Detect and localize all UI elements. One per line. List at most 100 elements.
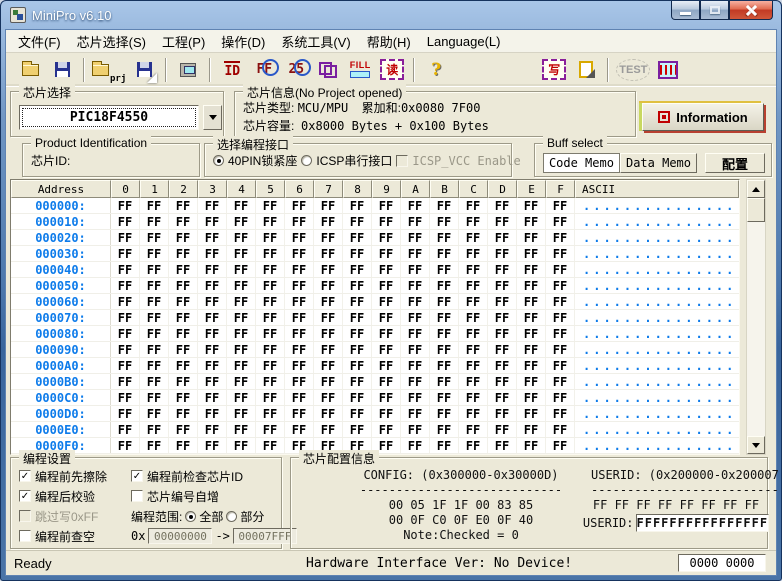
hex-byte-cell[interactable]: FF	[517, 406, 546, 421]
hex-byte-cell[interactable]: FF	[198, 246, 227, 261]
hex-byte-cell[interactable]: FF	[459, 230, 488, 245]
hex-byte-cell[interactable]: FF	[285, 246, 314, 261]
hex-ascii-cell[interactable]: ................	[575, 342, 739, 357]
hex-byte-cell[interactable]: FF	[401, 326, 430, 341]
hex-byte-cell[interactable]: FF	[343, 246, 372, 261]
hex-byte-cell[interactable]: FF	[488, 358, 517, 373]
hex-byte-cell[interactable]: FF	[343, 214, 372, 229]
hex-byte-cell[interactable]: FF	[198, 342, 227, 357]
hex-byte-cell[interactable]: FF	[343, 406, 372, 421]
hex-byte-cell[interactable]: FF	[430, 262, 459, 277]
hex-byte-cell[interactable]: FF	[430, 390, 459, 405]
hex-byte-cell[interactable]: FF	[401, 262, 430, 277]
hex-byte-cell[interactable]: FF	[546, 374, 575, 389]
hex-byte-cell[interactable]: FF	[111, 406, 140, 421]
hex-byte-cell[interactable]: FF	[111, 198, 140, 213]
hex-byte-cell[interactable]: FF	[227, 374, 256, 389]
hex-byte-cell[interactable]: FF	[169, 422, 198, 437]
hex-byte-cell[interactable]: FF	[546, 262, 575, 277]
hex-ascii-cell[interactable]: ................	[575, 230, 739, 245]
hex-byte-cell[interactable]: FF	[169, 278, 198, 293]
hex-byte-cell[interactable]: FF	[372, 374, 401, 389]
hex-byte-cell[interactable]: FF	[372, 310, 401, 325]
hex-byte-cell[interactable]: FF	[227, 294, 256, 309]
hex-byte-cell[interactable]: FF	[169, 214, 198, 229]
hex-byte-cell[interactable]: FF	[198, 326, 227, 341]
hex-byte-cell[interactable]: FF	[111, 326, 140, 341]
hex-byte-cell[interactable]: FF	[111, 278, 140, 293]
hex-byte-cell[interactable]: FF	[488, 294, 517, 309]
hex-byte-cell[interactable]: FF	[372, 422, 401, 437]
hex-ascii-cell[interactable]: ................	[575, 198, 739, 213]
hex-byte-cell[interactable]: FF	[140, 246, 169, 261]
hex-byte-cell[interactable]: FF	[140, 342, 169, 357]
hex-byte-cell[interactable]: FF	[169, 310, 198, 325]
hex-byte-cell[interactable]: FF	[488, 214, 517, 229]
hex-byte-cell[interactable]: FF	[430, 230, 459, 245]
read-id-button[interactable]: ID	[218, 56, 246, 84]
hex-ascii-cell[interactable]: ................	[575, 438, 739, 453]
radio-range-part[interactable]	[226, 510, 238, 522]
hex-byte-cell[interactable]: FF	[488, 438, 517, 453]
hex-ascii-cell[interactable]: ................	[575, 374, 739, 389]
hex-byte-cell[interactable]: FF	[343, 342, 372, 357]
menu-item[interactable]: 文件(F)	[10, 29, 69, 54]
hex-byte-cell[interactable]: FF	[314, 406, 343, 421]
hex-byte-cell[interactable]: FF	[140, 310, 169, 325]
check-blank-button[interactable]: FF	[250, 56, 279, 84]
tab-data-memory[interactable]: Data Memo	[619, 153, 697, 173]
tab-code-memory[interactable]: Code Memo	[542, 153, 620, 173]
hex-byte-cell[interactable]: FF	[169, 438, 198, 453]
scroll-track[interactable]	[747, 222, 765, 436]
hex-byte-cell[interactable]: FF	[459, 214, 488, 229]
hex-byte-cell[interactable]: FF	[401, 358, 430, 373]
chip-select-dropdown-button[interactable]	[203, 105, 222, 130]
chip-select-combobox[interactable]: PIC18F4550	[19, 105, 199, 130]
hex-byte-cell[interactable]: FF	[227, 230, 256, 245]
hex-byte-cell[interactable]: FF	[401, 390, 430, 405]
hex-byte-cell[interactable]: FF	[430, 422, 459, 437]
checkbox-verify-after[interactable]: ✓ 编程后校验	[19, 488, 131, 505]
menu-item[interactable]: 系统工具(V)	[273, 29, 358, 54]
hex-byte-cell[interactable]: FF	[546, 198, 575, 213]
hex-byte-cell[interactable]: FF	[517, 342, 546, 357]
hex-byte-cell[interactable]: FF	[401, 230, 430, 245]
hex-byte-cell[interactable]: FF	[459, 374, 488, 389]
hex-byte-cell[interactable]: FF	[285, 214, 314, 229]
hex-byte-cell[interactable]: FF	[401, 310, 430, 325]
hex-byte-cell[interactable]: FF	[517, 278, 546, 293]
hex-byte-cell[interactable]: FF	[488, 310, 517, 325]
hex-byte-cell[interactable]: FF	[343, 262, 372, 277]
hex-byte-cell[interactable]: FF	[343, 390, 372, 405]
hex-byte-cell[interactable]: FF	[314, 294, 343, 309]
hex-byte-cell[interactable]: FF	[198, 278, 227, 293]
hex-byte-cell[interactable]: FF	[488, 230, 517, 245]
config-button[interactable]: 配置	[705, 153, 765, 173]
help-button[interactable]: ?	[422, 56, 450, 84]
hex-byte-cell[interactable]: FF	[227, 310, 256, 325]
hex-byte-cell[interactable]: FF	[169, 390, 198, 405]
hex-byte-cell[interactable]: FF	[546, 326, 575, 341]
hex-byte-cell[interactable]: FF	[140, 374, 169, 389]
hex-byte-cell[interactable]: FF	[546, 438, 575, 453]
hex-byte-cell[interactable]: FF	[169, 294, 198, 309]
hex-byte-cell[interactable]: FF	[517, 438, 546, 453]
hex-byte-cell[interactable]: FF	[256, 278, 285, 293]
hex-byte-cell[interactable]: FF	[111, 342, 140, 357]
hex-byte-cell[interactable]: FF	[285, 262, 314, 277]
hex-byte-cell[interactable]: FF	[256, 230, 285, 245]
hex-ascii-cell[interactable]: ................	[575, 294, 739, 309]
hex-byte-cell[interactable]: FF	[430, 326, 459, 341]
hex-byte-cell[interactable]: FF	[256, 326, 285, 341]
hex-byte-cell[interactable]: FF	[343, 358, 372, 373]
hex-byte-cell[interactable]: FF	[198, 422, 227, 437]
hex-ascii-cell[interactable]: ................	[575, 406, 739, 421]
hex-byte-cell[interactable]: FF	[111, 390, 140, 405]
scroll-down-button[interactable]	[747, 436, 765, 454]
hex-byte-cell[interactable]: FF	[517, 390, 546, 405]
hex-byte-cell[interactable]: FF	[285, 198, 314, 213]
hex-byte-cell[interactable]: FF	[169, 374, 198, 389]
hex-byte-cell[interactable]: FF	[140, 262, 169, 277]
hex-byte-cell[interactable]: FF	[430, 214, 459, 229]
hex-byte-cell[interactable]: FF	[459, 422, 488, 437]
